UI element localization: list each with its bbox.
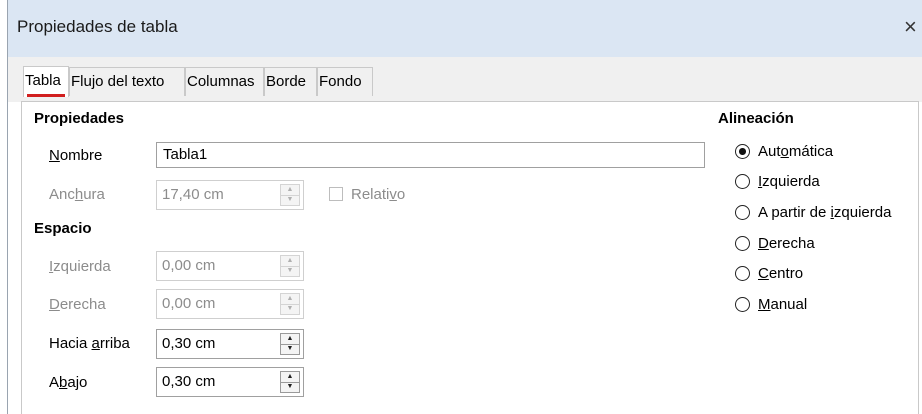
close-icon[interactable]: × [904,14,922,40]
anchura-value: 17,40 cm [162,186,224,203]
radio-izquierda-label[interactable]: Izquierda [758,173,820,190]
izquierda-spinbox[interactable]: 0,00 cm ▲ ▼ [156,251,304,281]
radio-automatica[interactable] [735,144,750,159]
tab-panel-tabla: Propiedades Nombre Tabla1 Anchura 17,40 … [21,101,919,414]
abajo-spinbox[interactable]: 0,30 cm ▲ ▼ [156,367,304,397]
spin-down-arrow-icon[interactable]: ▼ [281,304,299,314]
section-alineacion: Alineación [718,110,794,127]
tab-columnas-label: Columnas [187,73,255,90]
spin-down-arrow-icon[interactable]: ▼ [281,195,299,205]
radio-a-partir-de-izquierda-label[interactable]: A partir de izquierda [758,204,891,221]
radio-automatica-label[interactable]: Automática [758,143,833,160]
radio-derecha[interactable] [735,236,750,251]
izquierda-value: 0,00 cm [162,257,216,274]
tab-tabla-label: Tabla [25,72,61,89]
radio-centro-label[interactable]: Centro [758,265,803,282]
izquierda-label: Izquierda [49,258,111,275]
derecha-spinbox[interactable]: 0,00 cm ▲ ▼ [156,289,304,319]
radio-izquierda[interactable] [735,174,750,189]
nombre-label: Nombre [49,147,103,164]
abajo-value: 0,30 cm [162,373,216,390]
section-propiedades: Propiedades [34,110,125,127]
hacia-arriba-label: Hacia arriba [49,335,130,352]
spin-down-arrow-icon[interactable]: ▼ [281,266,299,276]
radio-a-partir-de-izquierda[interactable] [735,205,750,220]
derecha-spin-buttons[interactable]: ▲ ▼ [280,293,300,315]
derecha-label: Derecha [49,296,106,313]
tab-flujo-del-texto[interactable]: Flujo del texto [69,67,185,96]
tab-borde[interactable]: Borde [264,67,317,96]
tab-fondo[interactable]: Fondo [317,67,373,96]
title-bar: Propiedades de tabla × [8,0,922,57]
izquierda-spin-buttons[interactable]: ▲ ▼ [280,255,300,277]
radio-manual-label[interactable]: Manual [758,296,807,313]
tab-flujo-label: Flujo del texto [71,73,165,90]
relativo-checkbox[interactable] [329,187,343,201]
derecha-value: 0,00 cm [162,295,216,312]
active-tab-indicator [27,94,65,97]
tab-borde-label: Borde [266,73,307,90]
radio-derecha-label[interactable]: Derecha [758,235,815,252]
spin-down-arrow-icon[interactable]: ▼ [281,382,299,392]
anchura-spin-buttons[interactable]: ▲ ▼ [280,184,300,206]
abajo-spin-buttons[interactable]: ▲ ▼ [280,371,300,393]
radio-manual[interactable] [735,297,750,312]
hacia-arriba-spin-buttons[interactable]: ▲ ▼ [280,333,300,355]
nombre-input[interactable]: Tabla1 [156,142,705,168]
tab-columnas[interactable]: Columnas [185,67,264,96]
hacia-arriba-spinbox[interactable]: 0,30 cm ▲ ▼ [156,329,304,359]
radio-centro[interactable] [735,266,750,281]
anchura-label: Anchura [49,186,105,203]
hacia-arriba-value: 0,30 cm [162,335,216,352]
anchura-spinbox[interactable]: 17,40 cm ▲ ▼ [156,180,304,210]
dialog-title: Propiedades de tabla [17,17,178,36]
abajo-label: Abajo [49,374,88,391]
tab-tabla[interactable]: Tabla [23,66,69,97]
section-espacio: Espacio [34,220,92,237]
tab-strip: Tabla Flujo del texto Columnas Borde Fon… [8,57,922,102]
table-properties-dialog: Propiedades de tabla × Tabla Flujo del t… [7,0,922,414]
tab-fondo-label: Fondo [319,73,362,90]
radio-selected-dot [739,148,746,155]
relativo-label: Relativo [351,186,406,203]
spin-down-arrow-icon[interactable]: ▼ [281,344,299,354]
